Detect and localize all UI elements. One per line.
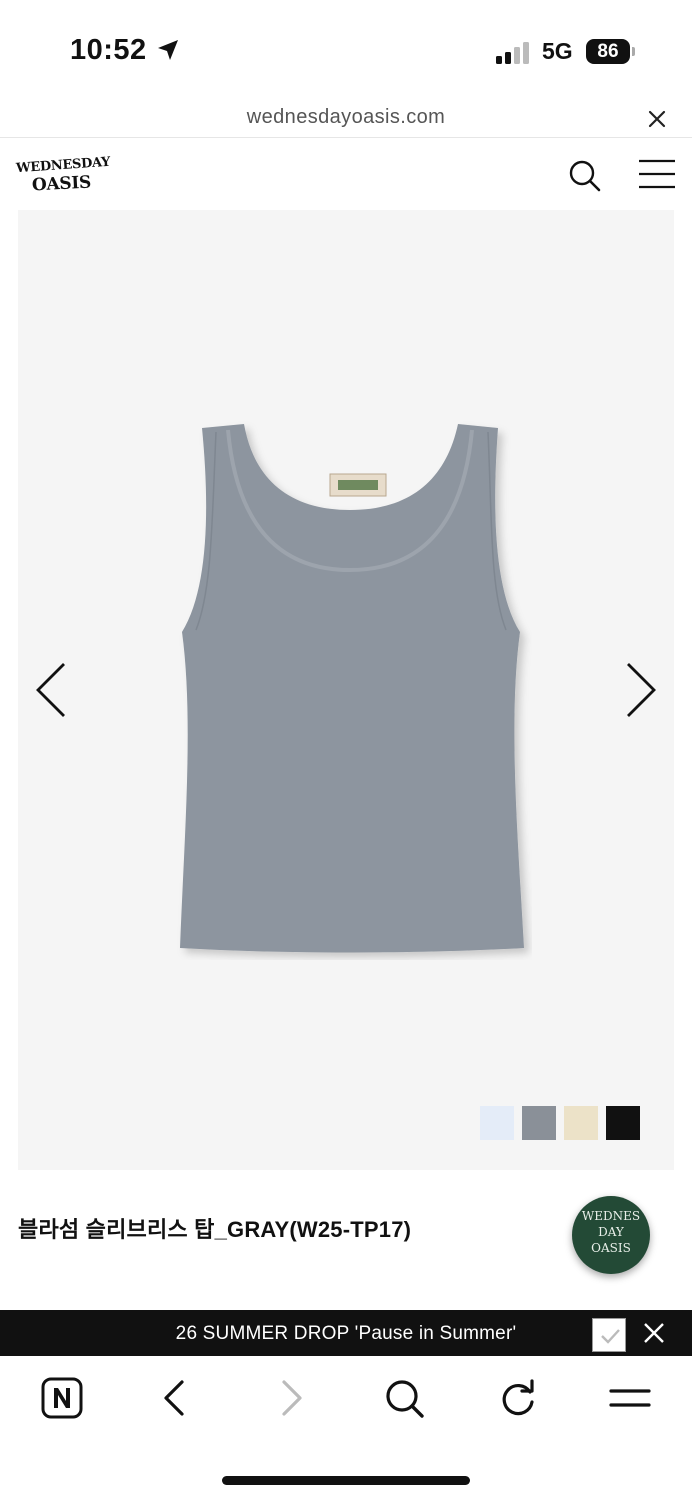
forward-arrow-icon[interactable] xyxy=(268,1376,312,1420)
battery-indicator: 86 xyxy=(586,39,630,64)
notice-banner: 26 SUMMER DROP 'Pause in Summer' xyxy=(0,1310,692,1356)
check-icon xyxy=(601,1329,620,1344)
badge-line2: DAY xyxy=(598,1225,624,1239)
color-swatch-light-blue[interactable] xyxy=(480,1106,514,1140)
reload-icon[interactable] xyxy=(496,1376,540,1420)
back-arrow-icon[interactable] xyxy=(154,1376,198,1420)
product-image-gallery[interactable] xyxy=(18,210,674,1170)
search-icon[interactable] xyxy=(566,157,602,193)
menu-icon[interactable] xyxy=(608,1376,652,1420)
badge-line3: OASIS xyxy=(591,1241,631,1255)
browser-url-bar[interactable]: wednesdayoasis.com xyxy=(0,100,692,138)
color-swatch-cream[interactable] xyxy=(564,1106,598,1140)
search-icon[interactable] xyxy=(382,1376,426,1420)
color-swatch-black[interactable] xyxy=(606,1106,640,1140)
signal-strength-icon xyxy=(496,42,529,64)
naver-home-icon[interactable] xyxy=(40,1376,84,1420)
color-swatch-gray[interactable] xyxy=(522,1106,556,1140)
product-image-tank-top xyxy=(180,424,524,953)
hamburger-menu-icon[interactable] xyxy=(638,159,676,189)
network-type: 5G xyxy=(542,38,573,64)
site-header: WEDNESDAY OASIS xyxy=(0,139,692,209)
dont-show-again-checkbox[interactable] xyxy=(592,1318,626,1352)
status-bar: 10:52 5G 86 xyxy=(0,0,692,100)
chevron-left-icon[interactable] xyxy=(32,660,68,720)
close-icon[interactable] xyxy=(642,1321,666,1345)
badge-line1: WEDNES xyxy=(581,1209,641,1223)
status-time: 10:52 xyxy=(70,34,147,66)
color-swatches xyxy=(480,1106,640,1140)
location-arrow-icon xyxy=(158,40,178,60)
site-logo[interactable]: WEDNESDAY OASIS xyxy=(16,155,111,196)
battery-tip xyxy=(632,47,635,56)
chevron-right-icon[interactable] xyxy=(624,660,660,720)
home-indicator[interactable] xyxy=(222,1476,470,1485)
close-icon[interactable] xyxy=(646,108,668,130)
url-text[interactable]: wednesdayoasis.com xyxy=(0,106,692,129)
product-title: 블라섬 슬리브리스 탑_GRAY(W25-TP17) xyxy=(18,1217,412,1242)
notice-text[interactable]: 26 SUMMER DROP 'Pause in Summer' xyxy=(0,1323,692,1345)
browser-toolbar xyxy=(0,1356,692,1500)
chat-badge-button[interactable]: WEDNES DAY OASIS xyxy=(572,1196,650,1274)
logo-line2: OASIS xyxy=(31,172,92,196)
